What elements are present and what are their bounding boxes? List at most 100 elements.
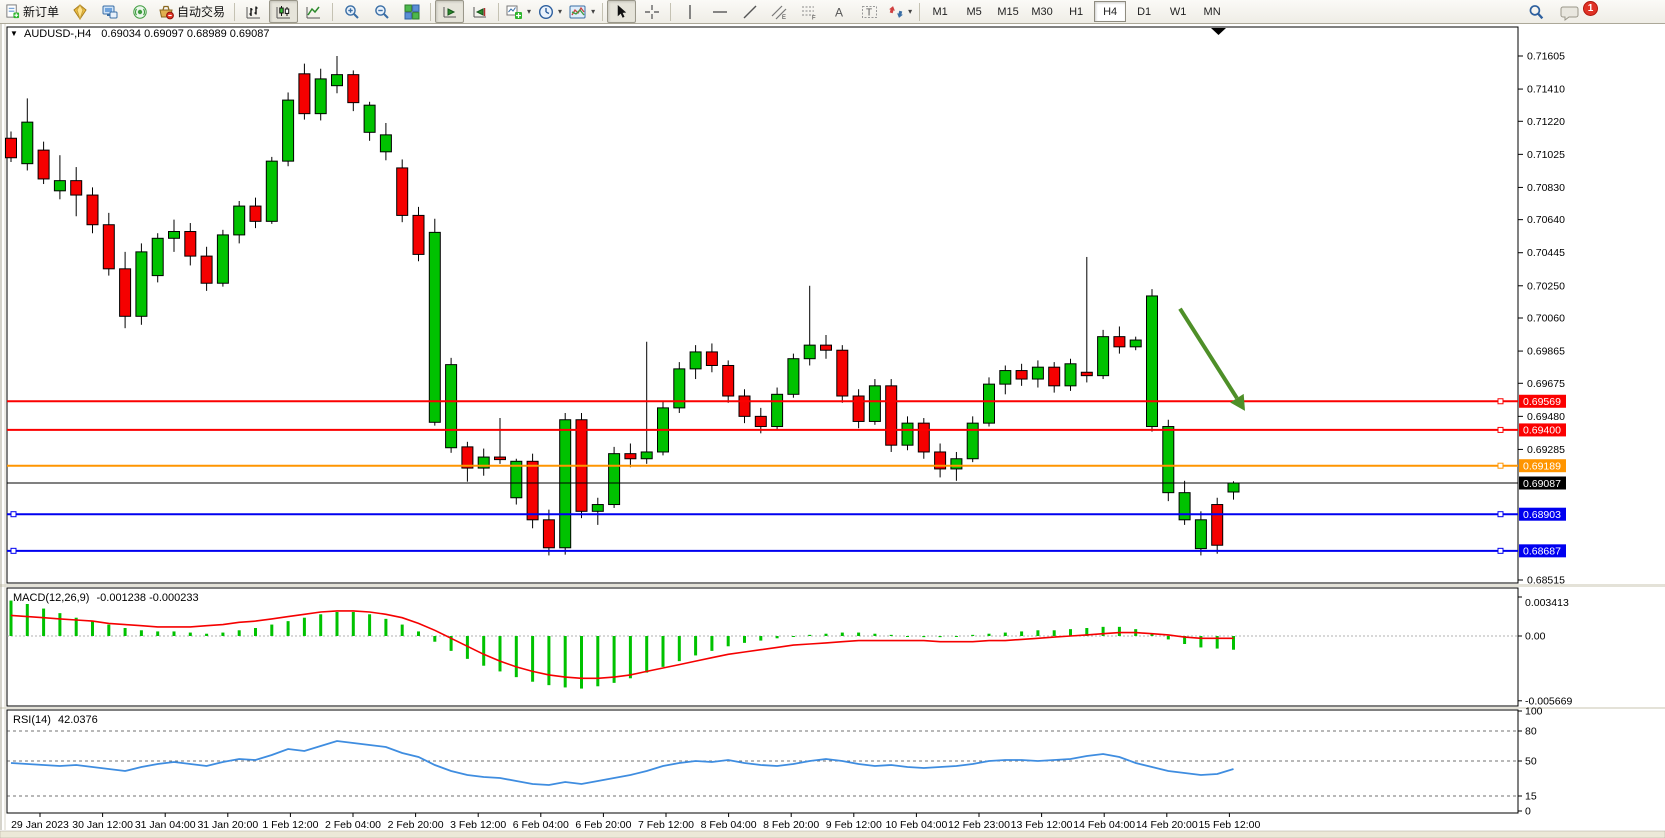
toolbar-separator <box>498 3 499 21</box>
macd-histogram-bar <box>580 636 583 689</box>
line-handle[interactable] <box>1498 512 1503 517</box>
macd-histogram-bar <box>759 636 762 641</box>
price-tag-label: 0.69400 <box>1523 425 1561 437</box>
chart-shift-button[interactable] <box>465 0 494 23</box>
macd-histogram-bar <box>433 636 436 642</box>
vertical-line-button[interactable] <box>675 0 704 23</box>
arrows-button[interactable]: ▾ <box>885 0 915 23</box>
tile-windows-button[interactable] <box>397 0 426 23</box>
pane-splitter[interactable] <box>0 584 1665 587</box>
macd-histogram-bar <box>776 636 779 638</box>
data-window-button[interactable] <box>95 0 124 23</box>
bar-chart-button[interactable] <box>239 0 268 23</box>
macd-histogram-bar <box>384 619 387 636</box>
chat-button[interactable] <box>1560 1 1580 23</box>
chevron-down-icon: ▾ <box>558 7 562 16</box>
line-handle[interactable] <box>11 548 16 553</box>
trendline-button[interactable] <box>735 0 764 23</box>
price-axis-label: 0.70445 <box>1527 247 1565 259</box>
timeframe-button-h1[interactable]: H1 <box>1060 1 1092 22</box>
crosshair-button[interactable] <box>637 0 666 23</box>
toolbar-separator <box>670 3 671 21</box>
price-axis-label: 0.69675 <box>1527 378 1565 390</box>
chart-canvas[interactable]: 0.716050.714100.712200.710250.708300.706… <box>0 24 1665 838</box>
macd-histogram-bar <box>645 636 648 673</box>
macd-histogram-bar <box>1036 630 1039 636</box>
candle <box>1098 330 1109 379</box>
candle <box>772 388 783 430</box>
macd-histogram-bar <box>1102 627 1105 636</box>
candle <box>886 379 897 452</box>
svg-text:A: A <box>835 5 843 19</box>
auto-scroll-icon <box>442 4 458 20</box>
rsi-axis-label: 80 <box>1525 726 1537 738</box>
horizontal-line-icon <box>712 4 728 20</box>
zoom-in-button[interactable] <box>337 0 366 23</box>
line-chart-icon <box>306 4 322 20</box>
new-order-button[interactable]: 新订单 <box>2 0 64 23</box>
line-handle[interactable] <box>1498 463 1503 468</box>
candle <box>1212 498 1223 554</box>
macd-histogram-bar <box>26 604 29 636</box>
macd-histogram-bar <box>238 630 241 636</box>
line-handle[interactable] <box>1498 427 1503 432</box>
auto-scroll-button[interactable] <box>435 0 464 23</box>
line-handle[interactable] <box>1498 548 1503 553</box>
candle <box>1147 289 1158 431</box>
candlestick-chart-button[interactable] <box>269 0 298 23</box>
timeframe-button-d1[interactable]: D1 <box>1128 1 1160 22</box>
time-axis-label: 14 Feb 04:00 <box>1073 819 1135 831</box>
line-handle[interactable] <box>1498 399 1503 404</box>
macd-histogram-bar <box>1167 636 1170 639</box>
timeframe-button-m5[interactable]: M5 <box>958 1 990 22</box>
macd-histogram-bar <box>857 633 860 636</box>
timeframe-button-m1[interactable]: M1 <box>924 1 956 22</box>
horizontal-line-button[interactable] <box>705 0 734 23</box>
timeframe-button-h4[interactable]: H4 <box>1094 1 1126 22</box>
macd-histogram-bar <box>564 636 567 687</box>
strategy-tester-button[interactable] <box>125 0 154 23</box>
search-icon <box>1528 4 1545 21</box>
time-axis-label: 12 Feb 23:00 <box>948 819 1010 831</box>
macd-histogram-bar <box>1020 631 1023 636</box>
macd-histogram-bar <box>205 634 208 636</box>
equidistant-channel-button[interactable]: E <box>765 0 794 23</box>
time-axis-label: 31 Jan 20:00 <box>197 819 258 831</box>
macd-histogram-bar <box>107 625 110 636</box>
search-button[interactable] <box>1528 1 1545 23</box>
price-axis-label: 0.71605 <box>1527 51 1565 63</box>
time-axis-label: 15 Feb 12:00 <box>1198 819 1260 831</box>
text-label-button[interactable]: T <box>855 0 884 23</box>
text-button[interactable]: A <box>825 0 854 23</box>
template-button[interactable]: ▾ <box>566 0 598 23</box>
pane-splitter[interactable] <box>0 707 1665 709</box>
period-button[interactable]: ▾ <box>535 0 565 23</box>
new-chart-button[interactable]: ▾ <box>503 0 534 23</box>
fibonacci-button[interactable]: F <box>795 0 824 23</box>
candle <box>723 360 734 402</box>
candle <box>967 416 978 462</box>
macd-histogram-bar <box>613 636 616 683</box>
timeframe-button-m15[interactable]: M15 <box>992 1 1024 22</box>
line-chart-button[interactable] <box>299 0 328 23</box>
auto-trading-button[interactable]: 自动交易 <box>155 0 230 23</box>
price-tag-label: 0.69569 <box>1523 396 1561 408</box>
price-tag-label: 0.69087 <box>1523 478 1561 490</box>
timeframe-button-mn[interactable]: MN <box>1196 1 1228 22</box>
tile-windows-icon <box>404 4 420 20</box>
zoom-out-button[interactable] <box>367 0 396 23</box>
notification-badge[interactable]: 1 <box>1583 1 1598 16</box>
macd-name: MACD(12,26,9) <box>13 592 89 604</box>
price-axis-label: 0.69285 <box>1527 444 1565 456</box>
svg-text:E: E <box>782 15 786 20</box>
macd-histogram-bar <box>156 631 159 636</box>
macd-histogram-bar <box>1069 629 1072 636</box>
symbol-dropdown-icon[interactable]: ▼ <box>10 29 18 38</box>
cursor-button[interactable] <box>607 0 636 23</box>
timeframe-button-w1[interactable]: W1 <box>1162 1 1194 22</box>
timeframe-button-m30[interactable]: M30 <box>1026 1 1058 22</box>
macd-histogram-bar <box>417 631 420 636</box>
market-watch-button[interactable] <box>65 0 94 23</box>
time-axis-label: 13 Feb 12:00 <box>1011 819 1073 831</box>
line-handle[interactable] <box>11 512 16 517</box>
